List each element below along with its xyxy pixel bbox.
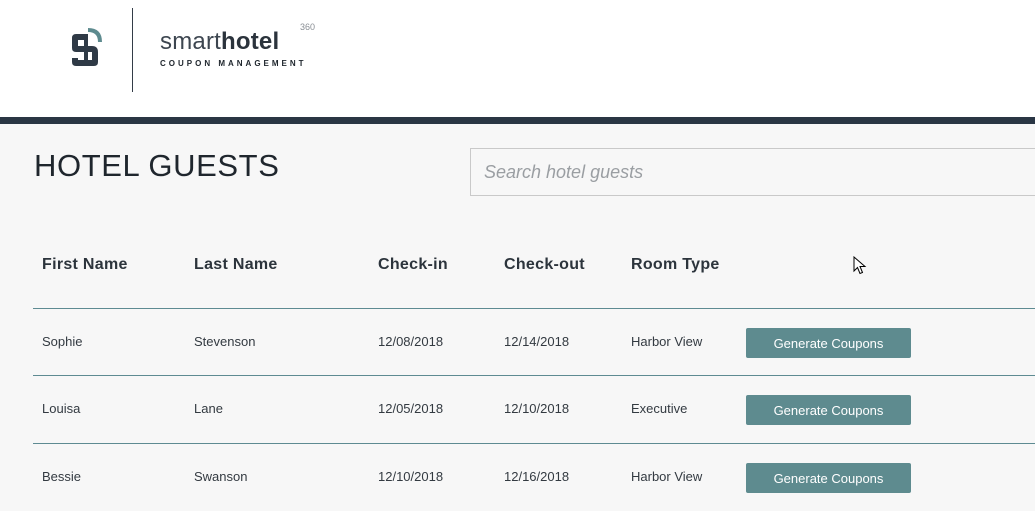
- cell-last-name: Lane: [194, 401, 223, 416]
- table-row: Louisa Lane 12/05/2018 12/10/2018 Execut…: [0, 376, 1035, 443]
- smarthotel-logo-icon[interactable]: [66, 28, 104, 70]
- cell-last-name: Stevenson: [194, 334, 256, 349]
- app-header: smarthotel 360 COUPON MANAGEMENT: [0, 0, 1035, 117]
- column-header-check-out[interactable]: Check-out: [504, 256, 585, 274]
- page-title: HOTEL GUESTS: [34, 148, 280, 183]
- brand-name: smarthotel: [160, 28, 279, 56]
- column-header-room-type[interactable]: Room Type: [631, 256, 720, 274]
- table-row: Sophie Stevenson 12/08/2018 12/14/2018 H…: [0, 309, 1035, 376]
- brand-superscript: 360: [300, 22, 316, 32]
- cell-room-type: Executive: [631, 401, 688, 416]
- cell-last-name: Swanson: [194, 469, 248, 484]
- column-header-first-name[interactable]: First Name: [42, 256, 128, 274]
- cell-check-out: 12/10/2018: [504, 401, 570, 416]
- cell-check-in: 12/05/2018: [378, 401, 444, 416]
- header-bar: [0, 117, 1035, 124]
- cell-check-out: 12/14/2018: [504, 334, 570, 349]
- brand-light: smart: [160, 28, 221, 55]
- logo-divider: [132, 8, 133, 92]
- cell-room-type: Harbor View: [631, 469, 703, 484]
- table-row: Bessie Swanson 12/10/2018 12/16/2018 Har…: [0, 444, 1035, 511]
- generate-coupons-button[interactable]: Generate Coupons: [746, 328, 911, 358]
- brand-bold: hotel: [221, 28, 280, 55]
- cell-check-in: 12/10/2018: [378, 469, 444, 484]
- cell-first-name: Sophie: [42, 334, 83, 349]
- cell-check-in: 12/08/2018: [378, 334, 444, 349]
- column-header-check-in[interactable]: Check-in: [378, 256, 448, 274]
- cell-first-name: Bessie: [42, 469, 82, 484]
- cell-check-out: 12/16/2018: [504, 469, 570, 484]
- cell-room-type: Harbor View: [631, 334, 703, 349]
- generate-coupons-button[interactable]: Generate Coupons: [746, 395, 911, 425]
- generate-coupons-button[interactable]: Generate Coupons: [746, 463, 911, 493]
- brand-subtitle: COUPON MANAGEMENT: [160, 59, 307, 68]
- search-input[interactable]: [470, 148, 1035, 196]
- cell-first-name: Louisa: [42, 401, 81, 416]
- mouse-cursor-icon: [853, 256, 867, 275]
- column-header-last-name[interactable]: Last Name: [194, 256, 278, 274]
